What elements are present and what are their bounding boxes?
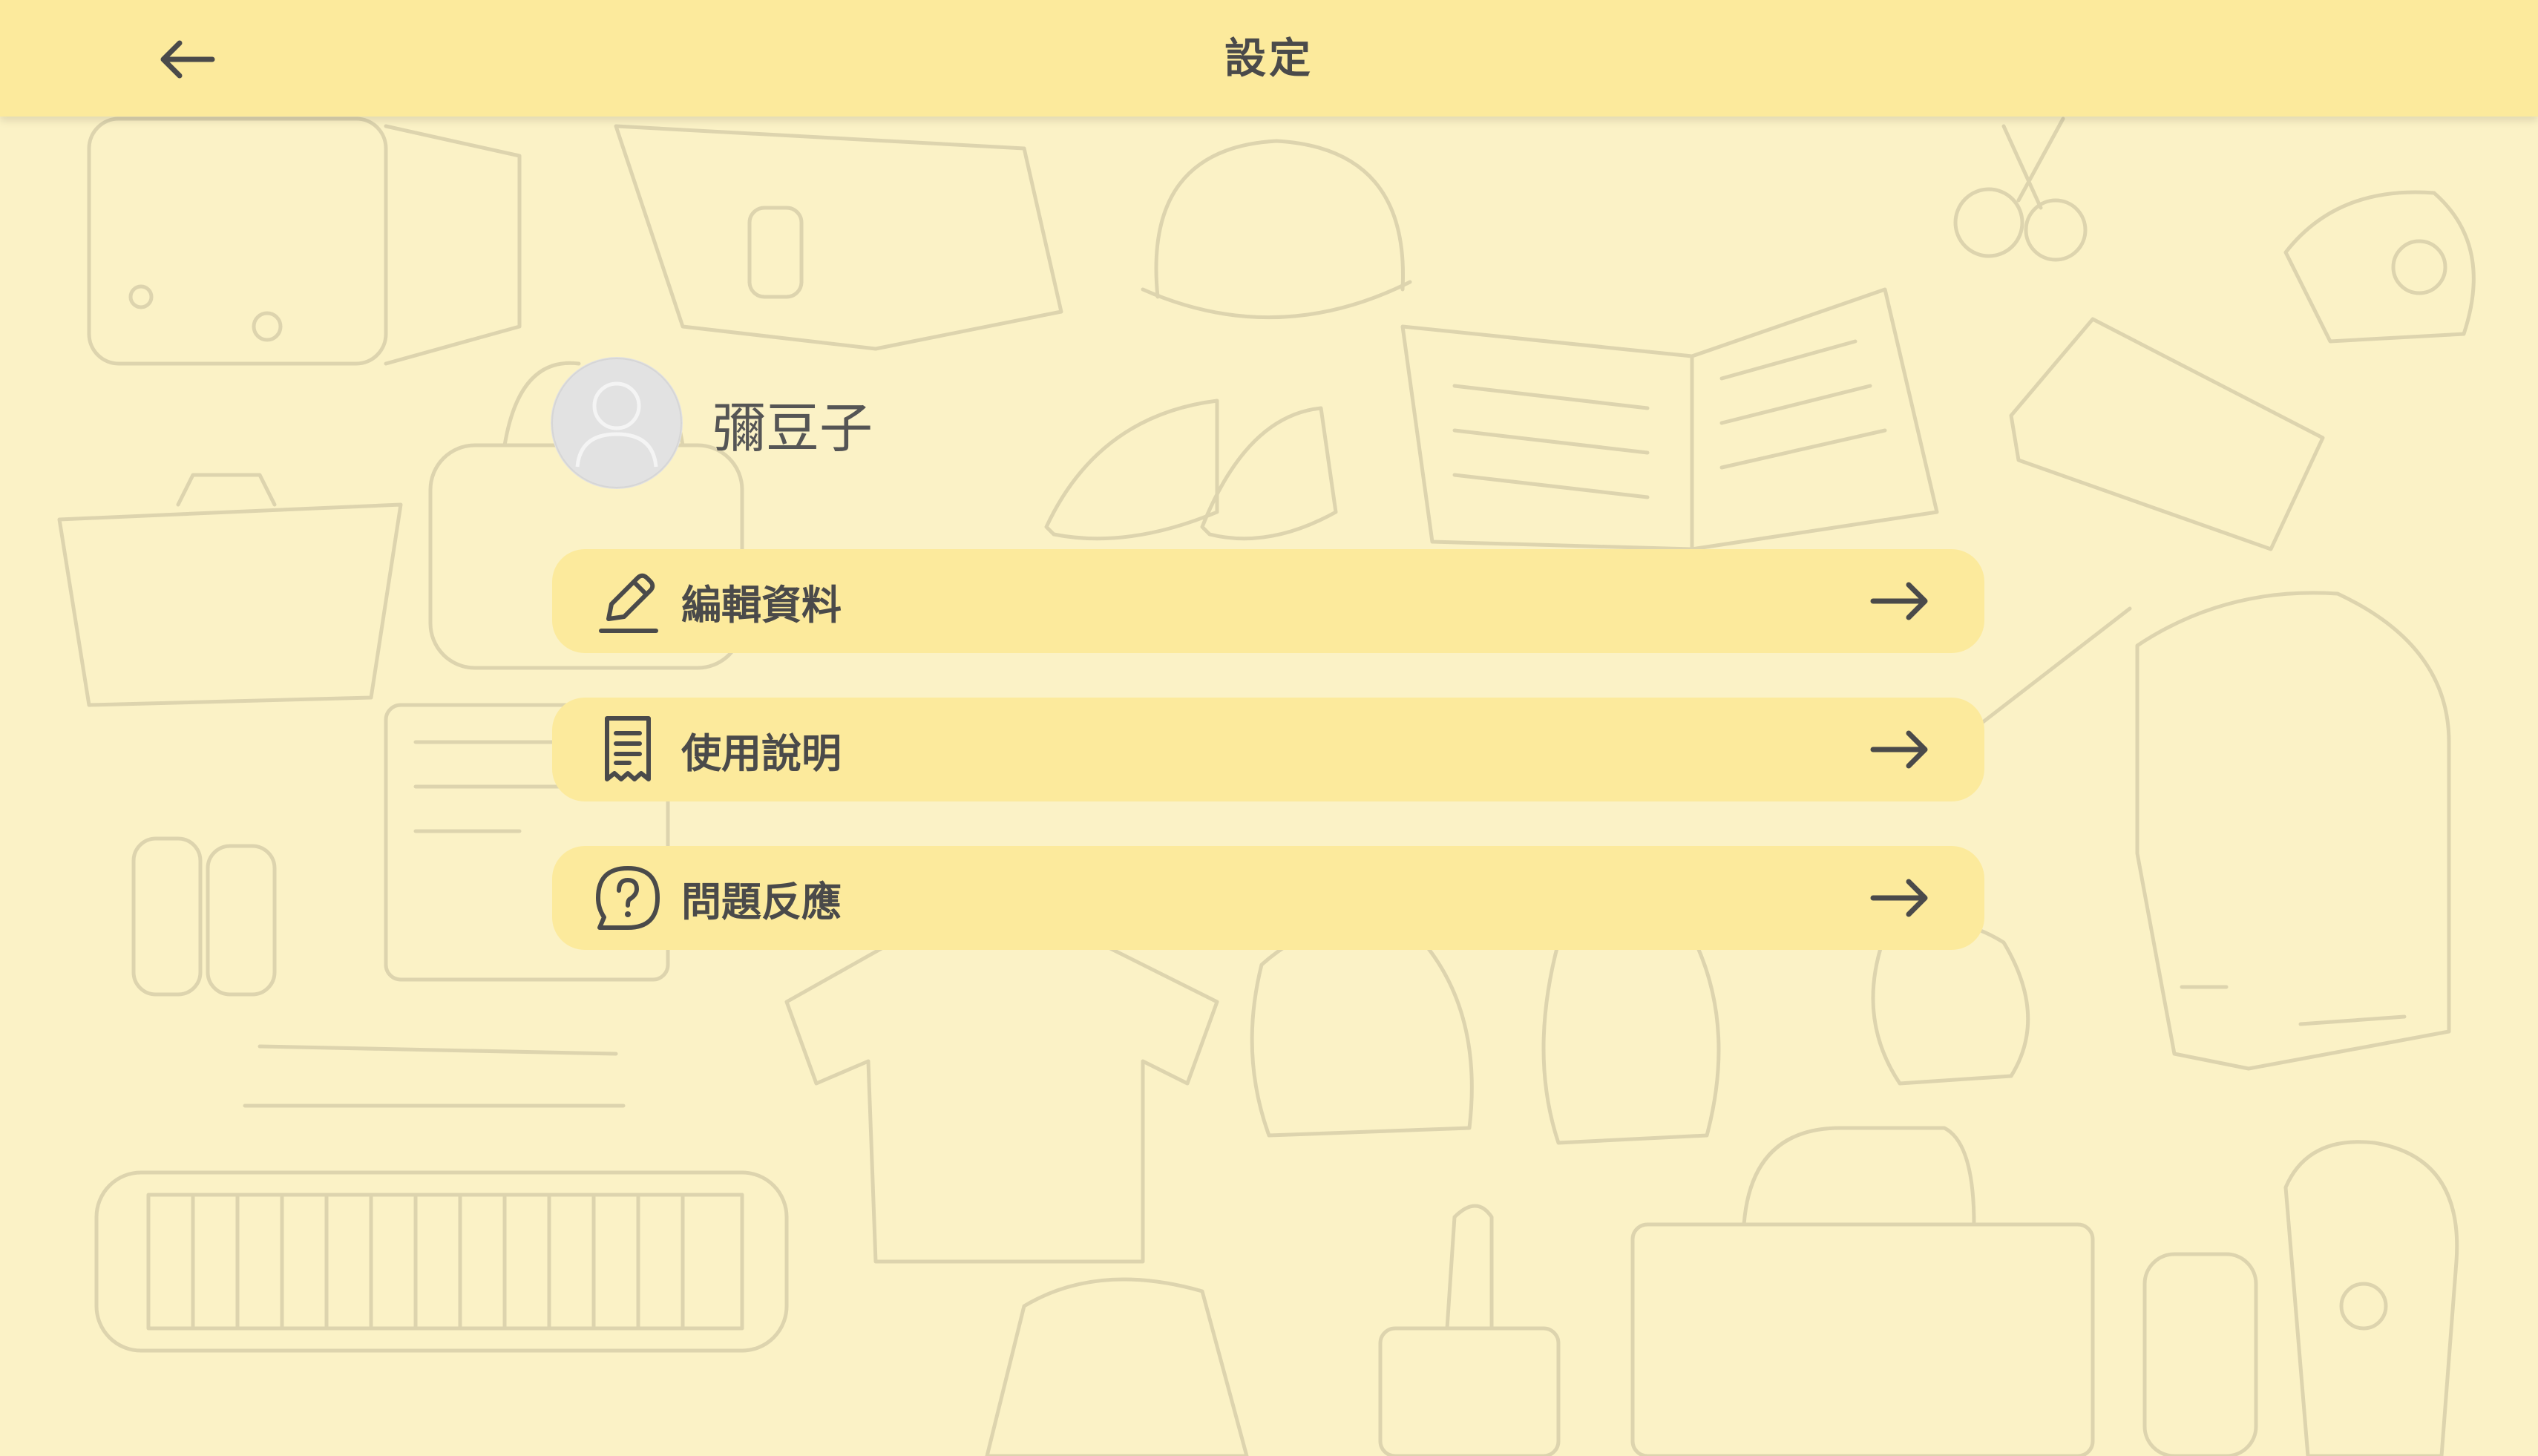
user-name: 彌豆子 <box>712 396 873 459</box>
app-header: 設定 <box>0 0 2538 117</box>
menu-item-label: 問題反應 <box>681 878 842 925</box>
menu-item-instructions[interactable]: 使用說明 <box>552 698 1984 801</box>
arrow-left-icon <box>160 40 215 79</box>
question-bubble-icon <box>591 861 665 935</box>
menu-item-label: 使用說明 <box>681 729 842 777</box>
pencil-icon <box>591 564 665 638</box>
menu-item-edit-profile[interactable]: 編輯資料 <box>552 549 1984 653</box>
page-title: 設定 <box>1224 35 1314 83</box>
arrow-right-icon <box>1863 868 1937 928</box>
receipt-document-icon <box>591 712 665 787</box>
user-avatar-icon <box>551 358 682 488</box>
avatar[interactable] <box>551 357 683 489</box>
arrow-right-icon <box>1863 571 1937 631</box>
menu-item-feedback[interactable]: 問題反應 <box>552 846 1984 950</box>
back-button[interactable] <box>148 31 226 88</box>
menu-item-label: 編輯資料 <box>681 581 842 629</box>
profile-section: 彌豆子 <box>551 356 873 490</box>
arrow-right-icon <box>1863 720 1937 779</box>
